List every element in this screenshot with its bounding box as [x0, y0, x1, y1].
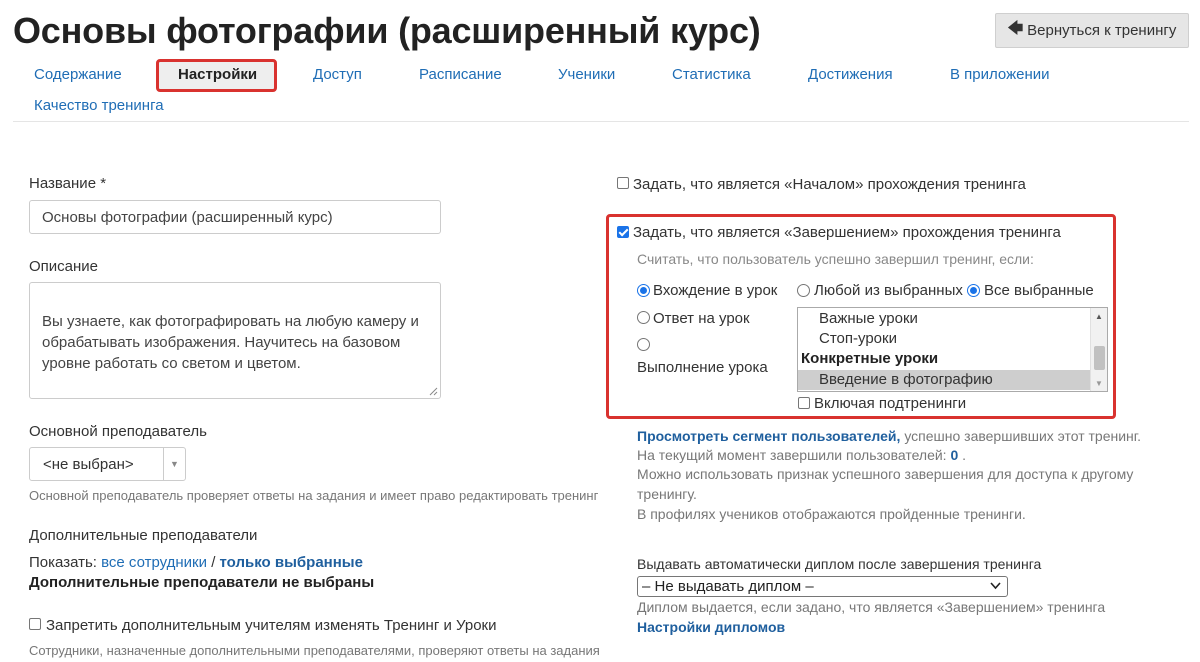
completed-count-link[interactable]: 0 — [950, 447, 958, 463]
scroll-down-icon[interactable]: ▼ — [1091, 375, 1107, 391]
main-teacher-hint: Основной преподаватель проверяет ответы … — [29, 488, 599, 503]
back-to-training-button[interactable]: 🡄 Вернуться к тренингу — [995, 13, 1189, 48]
segment-line: Просмотреть сегмент пользователей, успеш… — [637, 428, 1141, 444]
lessons-listbox[interactable]: Важные уроки Стоп-уроки Конкретные уроки… — [797, 307, 1108, 392]
show-selected-link[interactable]: только выбранные — [220, 554, 363, 571]
include-subtrainings-checkbox[interactable] — [798, 397, 810, 409]
diploma-select[interactable]: – Не выдавать диплом – — [637, 576, 1008, 597]
completed-line: На текущий момент завершили пользователе… — [637, 447, 966, 463]
description-label: Описание — [29, 258, 99, 275]
diploma-hint: Диплом выдается, если задано, что являет… — [637, 599, 1106, 615]
diploma-value: – Не выдавать диплом – — [642, 578, 814, 595]
name-label: Название * — [29, 175, 107, 192]
forbid-edit-checkbox[interactable] — [29, 618, 41, 630]
diploma-label: Выдавать автоматически диплом после заве… — [637, 556, 1042, 572]
main-teacher-label: Основной преподаватель — [29, 423, 207, 440]
criteria-answer-label: Ответ на урок — [653, 310, 750, 327]
criteria-complete-label: Выполнение урока — [637, 359, 768, 376]
profiles-hint: В профилях учеников отображаются пройден… — [637, 506, 1026, 522]
start-checkbox[interactable] — [617, 177, 629, 189]
lesson-option[interactable]: Важные уроки — [798, 309, 1090, 329]
tab-settings[interactable]: Настройки — [178, 66, 257, 83]
start-label: Задать, что является «Началом» прохожден… — [633, 176, 1026, 193]
show-filter: Показать: все сотрудники / только выбран… — [29, 554, 363, 571]
tab-in-app[interactable]: В приложении — [950, 66, 1050, 83]
tab-training-quality[interactable]: Качество тренинга — [34, 97, 164, 114]
include-subtrainings-label: Включая подтренинги — [814, 395, 967, 412]
diploma-settings-link[interactable]: Настройки дипломов — [637, 619, 785, 635]
access-hint-2: тренингу. — [637, 486, 697, 502]
finish-label: Задать, что является «Завершением» прохо… — [633, 224, 1061, 241]
description-text: Вы узнаете, как фотографировать на любую… — [42, 313, 419, 372]
lesson-group-label: Конкретные уроки — [801, 350, 939, 367]
finish-checkbox[interactable] — [617, 226, 629, 238]
consider-label: Считать, что пользователь успешно заверш… — [637, 251, 1034, 267]
criteria-enter-label: Вхождение в урок — [653, 282, 778, 299]
listbox-scrollbar[interactable]: ▲ ▼ — [1090, 308, 1107, 391]
extra-teachers-label: Дополнительные преподаватели — [29, 527, 258, 544]
chevron-down-icon — [990, 582, 1001, 590]
description-textarea[interactable]: Вы узнаете, как фотографировать на любую… — [29, 282, 441, 399]
criteria-complete-radio[interactable] — [637, 338, 650, 351]
arrow-left-icon: 🡄 — [1007, 20, 1024, 37]
segment-rest-text: успешно завершивших этот тренинг. — [904, 428, 1142, 444]
tab-students[interactable]: Ученики — [558, 66, 615, 83]
name-input[interactable]: Основы фотографии (расширенный курс) — [29, 200, 441, 234]
main-teacher-select[interactable]: <не выбран> ▼ — [29, 447, 186, 481]
diploma-settings-link-wrap: Настройки дипломов — [637, 619, 785, 635]
page-title: Основы фотографии (расширенный курс) — [13, 10, 761, 51]
staff-hint: Сотрудники, назначенные дополнительными … — [29, 643, 600, 658]
show-prefix: Показать: — [29, 554, 97, 571]
tab-schedule[interactable]: Расписание — [419, 66, 502, 83]
no-extra-teachers: Дополнительные преподаватели не выбраны — [29, 574, 375, 591]
tab-access[interactable]: Доступ — [313, 66, 362, 83]
scroll-thumb[interactable] — [1094, 346, 1105, 370]
completed-prefix: На текущий момент завершили пользователе… — [637, 447, 947, 463]
completed-suffix: . — [962, 447, 967, 463]
lesson-option-selected[interactable]: Введение в фотографию — [798, 370, 1090, 390]
back-button-label: Вернуться к тренингу — [1027, 22, 1177, 39]
tab-achievements[interactable]: Достижения — [808, 66, 893, 83]
criteria-answer-radio[interactable] — [637, 311, 650, 324]
mode-any-label: Любой из выбранных — [814, 282, 963, 299]
scroll-up-icon[interactable]: ▲ — [1091, 308, 1107, 324]
resize-grip-icon[interactable] — [429, 387, 438, 396]
tab-content[interactable]: Содержание — [34, 66, 122, 83]
chevron-down-icon: ▼ — [163, 448, 185, 480]
main-teacher-value: <не выбран> — [43, 455, 134, 473]
show-all-staff-link[interactable]: все сотрудники — [101, 554, 207, 571]
tabs-divider — [13, 121, 1189, 122]
access-hint-1: Можно использовать признак успешного зав… — [637, 466, 1134, 482]
tab-statistics[interactable]: Статистика — [672, 66, 751, 83]
criteria-enter-radio[interactable] — [637, 284, 650, 297]
mode-all-radio[interactable] — [967, 284, 980, 297]
mode-all-label: Все выбранные — [984, 282, 1094, 299]
forbid-edit-label: Запретить дополнительным учителям изменя… — [46, 617, 497, 634]
lesson-option[interactable]: Стоп-уроки — [798, 329, 1090, 349]
view-segment-link[interactable]: Просмотреть сегмент пользователей, — [637, 428, 900, 444]
show-separator: / — [211, 554, 216, 571]
mode-any-radio[interactable] — [797, 284, 810, 297]
